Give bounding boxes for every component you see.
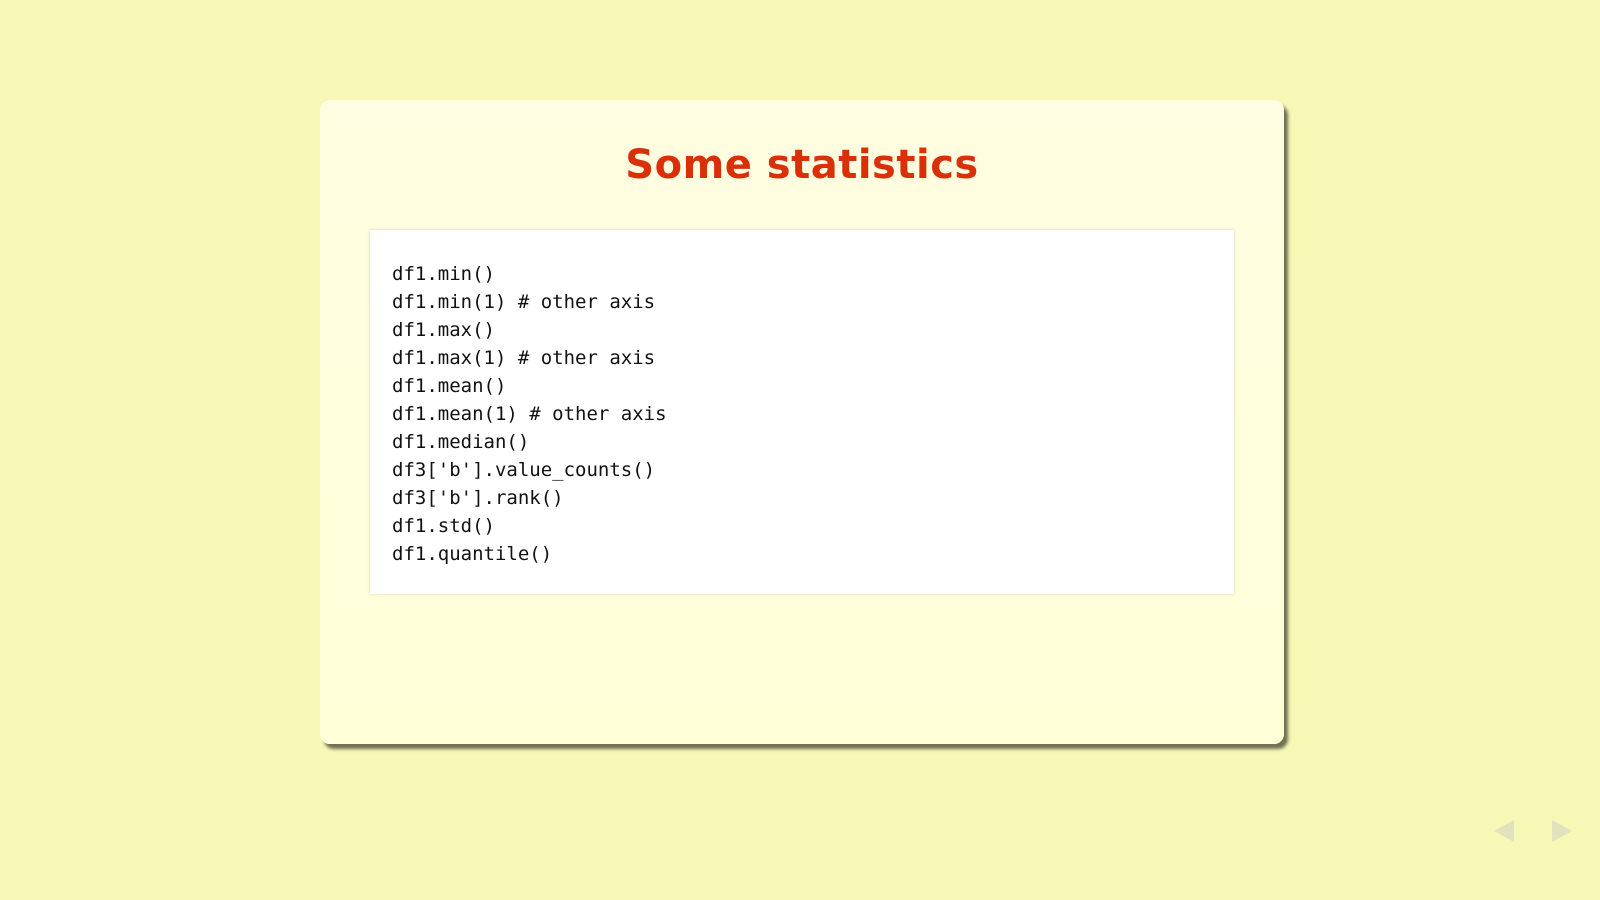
code-line: df1.max()	[392, 319, 495, 341]
code-line: df1.min(1) # other axis	[392, 291, 656, 313]
code-line: df1.max(1) # other axis	[392, 347, 656, 369]
code-line: df1.mean(1) # other axis	[392, 403, 667, 425]
code-block: df1.min() df1.min(1) # other axis df1.ma…	[370, 230, 1234, 594]
right-arrow-icon[interactable]	[1552, 820, 1572, 842]
code-line: df3['b'].value_counts()	[392, 459, 656, 481]
code-line: df1.std()	[392, 515, 495, 537]
left-arrow-icon[interactable]	[1494, 820, 1514, 842]
code-line: df1.quantile()	[392, 543, 553, 565]
code-line: df1.mean()	[392, 375, 507, 397]
slide: Some statistics df1.min() df1.min(1) # o…	[320, 100, 1284, 744]
code-line: df1.min()	[392, 263, 495, 285]
code-line: df1.median()	[392, 431, 530, 453]
code-line: df3['b'].rank()	[392, 487, 564, 509]
slide-title: Some statistics	[625, 142, 979, 188]
